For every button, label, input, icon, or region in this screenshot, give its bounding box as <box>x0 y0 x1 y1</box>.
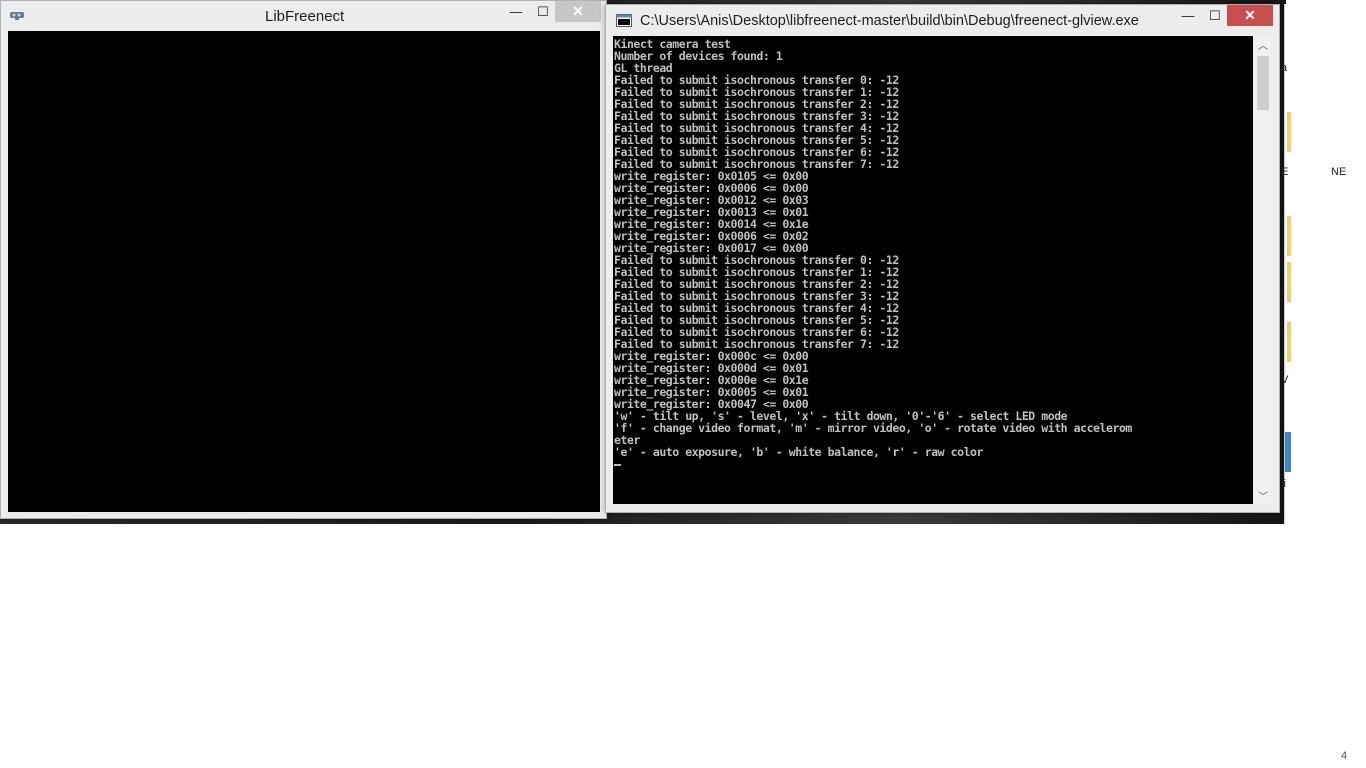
peek-label: V <box>1281 374 1289 386</box>
scroll-up-arrow[interactable]: ︿ <box>1255 36 1271 53</box>
folder-icon[interactable] <box>1287 322 1291 362</box>
console-window[interactable]: C:\Users\Anis\Desktop\libfreenect-master… <box>605 4 1280 513</box>
close-button[interactable]: ✕ <box>555 1 601 22</box>
console-line: 'f' - change video format, 'm' - mirror … <box>614 421 1132 435</box>
maximize-button[interactable]: ☐ <box>1202 5 1228 26</box>
title-bar[interactable]: C:\Users\Anis\Desktop\libfreenect-master… <box>606 5 1279 35</box>
minimize-button[interactable]: — <box>503 1 529 22</box>
folder-icon[interactable] <box>1287 112 1291 152</box>
close-button[interactable]: ✕ <box>1227 5 1273 26</box>
title-bar[interactable]: LibFreenect — ☐ ✕ <box>1 1 606 31</box>
console-output[interactable]: Kinect camera test Number of devices fou… <box>613 36 1253 504</box>
folder-icon[interactable] <box>1287 216 1291 256</box>
peek-label: E <box>1281 166 1289 178</box>
console-icon <box>616 14 632 27</box>
gl-view-canvas[interactable] <box>8 31 600 512</box>
scroll-thumb[interactable] <box>1257 56 1269 110</box>
app-shortcut-icon[interactable] <box>1285 432 1291 472</box>
console-text: Kinect camera test Number of devices fou… <box>613 36 1253 470</box>
text-cursor <box>614 463 621 466</box>
maximize-button[interactable]: ☐ <box>530 1 556 22</box>
peek-label: a <box>1281 62 1288 74</box>
kinect-icon <box>10 12 24 20</box>
desktop-icons-peek: a E NE V li <box>1281 4 1346 524</box>
window-title: C:\Users\Anis\Desktop\libfreenect-master… <box>640 13 1139 29</box>
corner-text: 4 <box>1341 750 1348 762</box>
scroll-down-arrow[interactable]: ﹀ <box>1255 487 1271 504</box>
folder-icon[interactable] <box>1287 262 1291 302</box>
console-line: 'e' - auto exposure, 'b' - white balance… <box>614 445 983 459</box>
vertical-scrollbar[interactable]: ︿ ﹀ <box>1255 36 1271 504</box>
peek-label: li <box>1281 478 1286 490</box>
minimize-button[interactable]: — <box>1175 5 1201 26</box>
libfreenect-window[interactable]: LibFreenect — ☐ ✕ <box>0 0 607 519</box>
peek-label: NE <box>1331 166 1347 178</box>
window-title: LibFreenect <box>265 8 345 25</box>
